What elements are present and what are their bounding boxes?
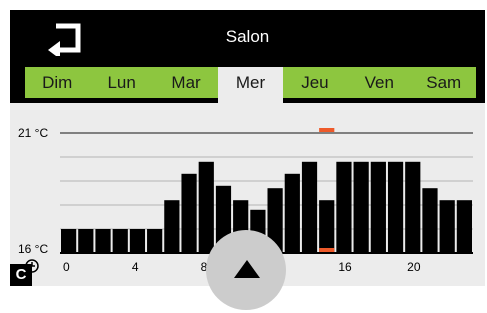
schedule-bar[interactable] xyxy=(129,229,146,253)
x-tick-label: 4 xyxy=(132,260,139,273)
schedule-bar[interactable] xyxy=(61,229,77,253)
day-tab-jeu[interactable]: Jeu xyxy=(283,67,347,98)
schedule-bar[interactable] xyxy=(164,200,180,253)
day-tab-mer[interactable]: Mer xyxy=(218,67,283,103)
schedule-bar[interactable] xyxy=(370,161,386,253)
schedule-bar[interactable] xyxy=(387,161,404,253)
schedule-bar[interactable] xyxy=(336,161,352,253)
back-button[interactable] xyxy=(44,22,90,59)
x-tick-label: 16 xyxy=(338,260,352,273)
schedule-bar[interactable] xyxy=(95,229,111,253)
return-arrow-icon xyxy=(48,23,81,59)
day-tab-dim[interactable]: Dim xyxy=(25,67,89,98)
x-tick-label: 20 xyxy=(407,260,421,273)
y-label-min: 16 °C xyxy=(18,242,48,256)
day-selector: Dim Lun Mar Mer Jeu Ven Sam xyxy=(10,67,485,103)
schedule-bar[interactable] xyxy=(78,229,94,253)
schedule-bar[interactable] xyxy=(112,229,128,253)
scroll-up-button[interactable] xyxy=(206,230,286,310)
schedule-bar[interactable] xyxy=(198,161,214,253)
triangle-up-icon xyxy=(234,260,260,278)
day-tab-mar[interactable]: Mar xyxy=(154,67,218,98)
schedule-bar[interactable] xyxy=(422,188,438,253)
schedule-bar[interactable] xyxy=(456,200,472,253)
schedule-bar[interactable] xyxy=(405,161,421,253)
schedule-bar[interactable] xyxy=(353,161,369,253)
y-label-max: 21 °C xyxy=(18,126,48,140)
current-hour-marker xyxy=(319,128,335,132)
day-tabs: Dim Lun Mar Mer Jeu Ven Sam xyxy=(25,67,476,103)
schedule-bar[interactable] xyxy=(284,173,300,253)
schedule-bar[interactable] xyxy=(319,200,335,253)
mode-badge: C xyxy=(10,264,32,286)
schedule-bar[interactable] xyxy=(439,200,455,253)
schedule-bar[interactable] xyxy=(181,173,197,253)
schedule-bar[interactable] xyxy=(147,229,163,253)
schedule-bar[interactable] xyxy=(301,161,318,253)
title-bar: Salon xyxy=(10,10,485,67)
current-hour-marker xyxy=(319,248,335,252)
day-tab-ven[interactable]: Ven xyxy=(347,67,411,98)
day-tab-sam[interactable]: Sam xyxy=(412,67,476,98)
day-tab-lun[interactable]: Lun xyxy=(89,67,153,98)
x-tick-label: 0 xyxy=(63,260,70,273)
